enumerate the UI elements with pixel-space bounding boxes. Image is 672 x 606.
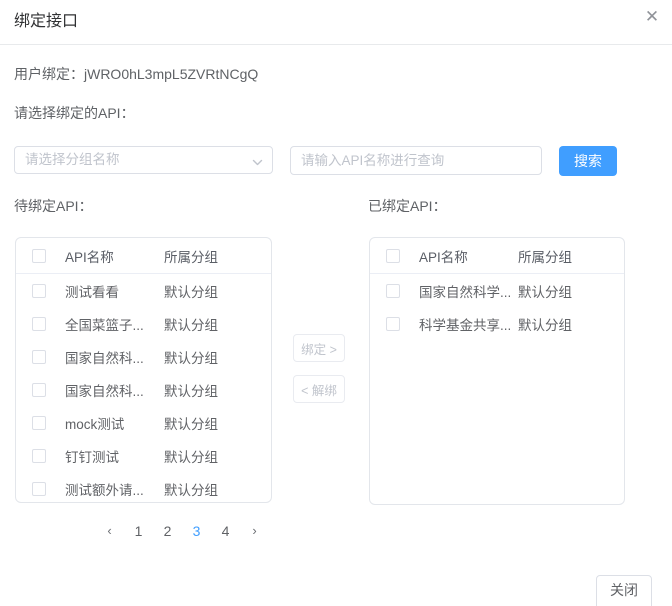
table-row[interactable]: 国家自然科学... 默认分组 <box>370 274 624 307</box>
column-header-api-name: API名称 <box>419 246 518 266</box>
pagination-page-2[interactable]: 2 <box>154 517 181 545</box>
dialog-header: 绑定接口 ✕ <box>0 0 672 45</box>
table-row[interactable]: 国家自然科... 默认分组 <box>16 340 271 373</box>
api-group-cell: 默认分组 <box>164 347 218 367</box>
row-checkbox[interactable] <box>386 317 400 331</box>
unbound-api-table: API名称 所属分组 测试看看 默认分组 全国菜篮子... 默认分组 国家自然科… <box>15 237 272 503</box>
select-all-checkbox[interactable] <box>386 249 400 263</box>
api-name-cell: 全国菜篮子... <box>65 314 164 334</box>
table-row[interactable]: 测试看看 默认分组 <box>16 274 271 307</box>
table-row[interactable]: 国家自然科... 默认分组 <box>16 373 271 406</box>
row-checkbox[interactable] <box>32 482 46 496</box>
api-group-cell: 默认分组 <box>164 380 218 400</box>
table-row[interactable]: 科学基金共享... 默认分组 <box>370 307 624 340</box>
api-name-cell: mock测试 <box>65 413 164 433</box>
row-checkbox[interactable] <box>32 350 46 364</box>
user-binding-label: 用户绑定： <box>14 66 84 82</box>
chevron-down-icon <box>252 155 263 166</box>
api-group-cell: 默认分组 <box>164 413 218 433</box>
table-header: API名称 所属分组 <box>16 238 271 274</box>
user-binding-value: jWRO0hL3mpL5ZVRtNCgQ <box>84 66 258 82</box>
unbound-panel-label: 待绑定API： <box>14 196 93 216</box>
api-search-input[interactable] <box>290 146 542 175</box>
api-name-cell: 钉钉测试 <box>65 446 164 466</box>
bind-api-dialog: 绑定接口 ✕ 用户绑定：jWRO0hL3mpL5ZVRtNCgQ 请选择绑定的A… <box>0 0 672 606</box>
api-name-cell: 测试额外请... <box>65 479 164 499</box>
bound-api-table: API名称 所属分组 国家自然科学... 默认分组 科学基金共享... 默认分组 <box>369 237 625 505</box>
api-name-cell: 国家自然科... <box>65 347 164 367</box>
api-name-cell: 科学基金共享... <box>419 314 518 334</box>
api-group-cell: 默认分组 <box>164 281 218 301</box>
row-checkbox[interactable] <box>386 284 400 298</box>
close-button[interactable]: 关闭 <box>596 575 652 606</box>
table-row[interactable]: 全国菜篮子... 默认分组 <box>16 307 271 340</box>
row-checkbox[interactable] <box>32 383 46 397</box>
column-header-group: 所属分组 <box>164 246 218 266</box>
search-button[interactable]: 搜索 <box>559 146 617 176</box>
api-group-cell: 默认分组 <box>164 446 218 466</box>
row-checkbox[interactable] <box>32 449 46 463</box>
api-group-cell: 默认分组 <box>164 479 218 499</box>
select-all-checkbox[interactable] <box>32 249 46 263</box>
api-name-cell: 国家自然科... <box>65 380 164 400</box>
table-row[interactable]: 钉钉测试 默认分组 <box>16 439 271 472</box>
group-select-placeholder: 请选择分组名称 <box>25 147 120 173</box>
pagination-page-3[interactable]: 3 <box>183 517 210 545</box>
dialog-title: 绑定接口 <box>14 0 78 44</box>
row-checkbox[interactable] <box>32 317 46 331</box>
bound-panel-label: 已绑定API： <box>368 196 447 216</box>
api-name-cell: 测试看看 <box>65 281 164 301</box>
column-header-api-name: API名称 <box>65 246 164 266</box>
pagination-prev-icon[interactable]: ‹ <box>96 517 123 545</box>
column-header-group: 所属分组 <box>518 246 572 266</box>
table-row[interactable]: 测试额外请... 默认分组 <box>16 472 271 503</box>
api-name-cell: 国家自然科学... <box>419 281 518 301</box>
unbind-button[interactable]: < 解绑 <box>293 375 345 403</box>
table-header: API名称 所属分组 <box>370 238 624 274</box>
pagination: ‹ 1 2 3 4 › <box>96 517 268 545</box>
select-api-label: 请选择绑定的API： <box>14 103 135 123</box>
table-row[interactable]: mock测试 默认分组 <box>16 406 271 439</box>
pagination-next-icon[interactable]: › <box>241 517 268 545</box>
close-icon[interactable]: ✕ <box>643 8 661 26</box>
api-group-cell: 默认分组 <box>164 314 218 334</box>
user-binding-line: 用户绑定：jWRO0hL3mpL5ZVRtNCgQ <box>14 64 258 84</box>
bind-button[interactable]: 绑定 > <box>293 334 345 362</box>
pagination-page-4[interactable]: 4 <box>212 517 239 545</box>
api-group-cell: 默认分组 <box>518 281 572 301</box>
group-select[interactable]: 请选择分组名称 <box>14 146 273 174</box>
row-checkbox[interactable] <box>32 416 46 430</box>
api-group-cell: 默认分组 <box>518 314 572 334</box>
pagination-page-1[interactable]: 1 <box>125 517 152 545</box>
row-checkbox[interactable] <box>32 284 46 298</box>
